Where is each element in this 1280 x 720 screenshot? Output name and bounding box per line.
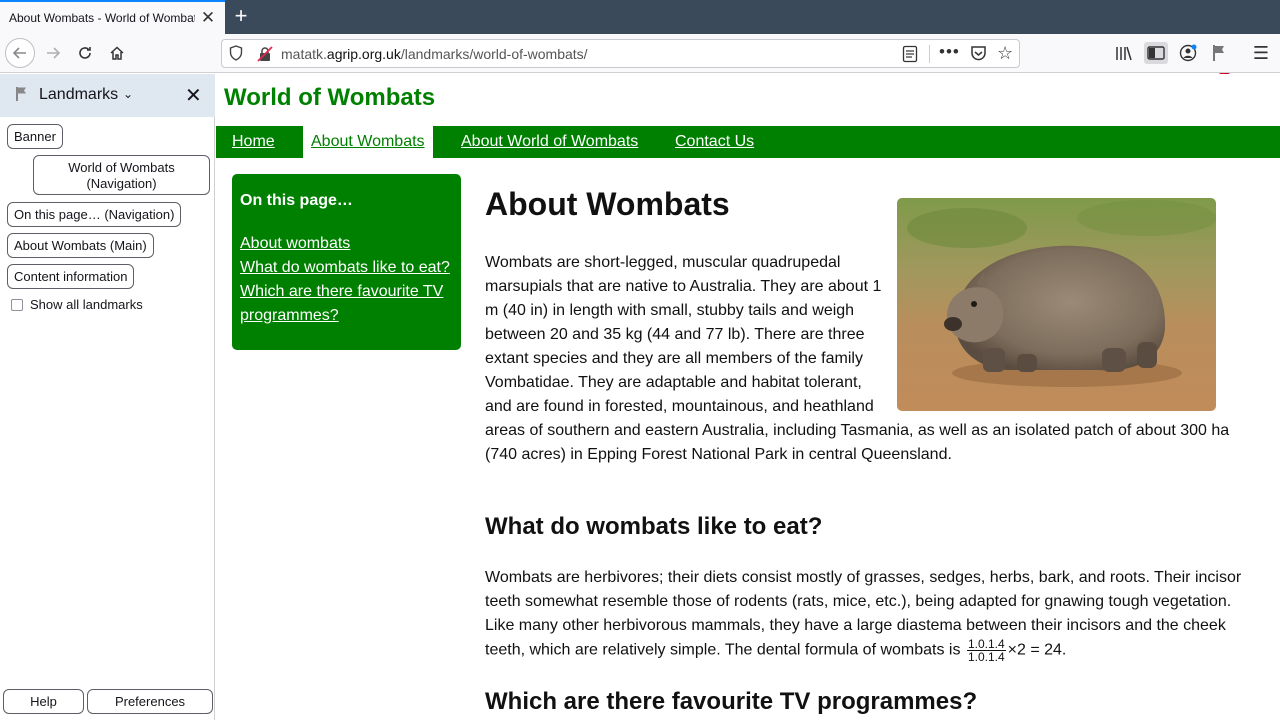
url-path: /landmarks/world-of-wombats/ <box>400 46 588 62</box>
home-button[interactable] <box>102 38 132 68</box>
url-bar[interactable]: matatk.agrip.org.uk/landmarks/world-of-w… <box>221 39 1020 68</box>
hamburger-menu-icon[interactable]: ☰ <box>1250 42 1272 64</box>
new-tab-icon[interactable]: + <box>230 3 252 29</box>
landmark-banner-button[interactable]: Banner <box>7 124 63 149</box>
on-this-page-navigation: On this page… About wombats What do womb… <box>232 174 461 350</box>
home-icon <box>110 46 124 60</box>
account-icon[interactable] <box>1177 42 1199 64</box>
photo-float-spacer <box>885 251 1260 419</box>
toc-link-tv-programmes[interactable]: Which are there favourite TV programmes? <box>240 280 455 328</box>
site-title: World of Wombats <box>224 84 436 111</box>
url-bar-divider <box>929 45 930 63</box>
nav-link-about-wombats[interactable]: About Wombats <box>311 133 425 151</box>
preferences-button[interactable]: Preferences <box>87 689 213 714</box>
sidebar-toggle-icon[interactable] <box>1144 42 1168 64</box>
landmark-site-navigation-button[interactable]: World of Wombats (Navigation) <box>33 155 210 195</box>
food-paragraph: Wombats are herbivores; their diets cons… <box>485 566 1245 663</box>
url-subdomain: matatk. <box>281 46 327 62</box>
toc-link-what-do-wombats-eat[interactable]: What do wombats like to eat? <box>240 256 455 280</box>
page-actions-more-icon[interactable]: ••• <box>939 42 960 62</box>
landmarks-sidebar: Landmarks ⌄ ✕ Banner World of Wombats (N… <box>0 74 215 720</box>
landmarks-extension-flag-icon[interactable] <box>1209 42 1231 64</box>
help-button[interactable]: Help <box>3 689 84 714</box>
back-button[interactable] <box>5 38 35 68</box>
reload-icon <box>79 47 91 59</box>
tab-strip: About Wombats - World of Wombats ✕ + <box>0 0 1280 34</box>
tab-about-wombats[interactable]: About Wombats - World of Wombats ✕ <box>0 0 225 34</box>
url-domain: agrip.org.uk <box>326 46 401 62</box>
landmark-content-information-button[interactable]: Content information <box>7 264 135 289</box>
chevron-down-icon[interactable]: ⌄ <box>123 87 133 101</box>
section-heading-tv: Which are there favourite TV programmes? <box>485 688 978 715</box>
tab-title: About Wombats - World of Wombats <box>9 11 195 25</box>
library-icon[interactable] <box>1113 42 1135 64</box>
page-heading: About Wombats <box>485 186 730 222</box>
on-this-page-heading: On this page… <box>240 192 353 209</box>
dental-formula-fraction: 1.0.1.4 1.0.1.4 <box>966 638 1006 664</box>
food-text: Wombats are herbivores; their diets cons… <box>485 569 1242 659</box>
bookmark-star-icon[interactable]: ☆ <box>997 43 1013 64</box>
arrow-left-icon <box>12 47 26 59</box>
reload-button[interactable] <box>70 38 100 68</box>
on-this-page-links: About wombats What do wombats like to ea… <box>240 232 455 328</box>
landmark-on-this-page-navigation-button[interactable]: On this page… (Navigation) <box>7 202 182 227</box>
sidebar-title[interactable]: Landmarks <box>39 86 118 104</box>
site-navigation: Home About Wombats About World of Wombat… <box>216 126 1280 158</box>
reader-view-icon[interactable] <box>902 45 918 63</box>
close-tab-icon[interactable]: ✕ <box>199 8 217 28</box>
close-sidebar-icon[interactable]: ✕ <box>185 83 202 108</box>
nav-link-home[interactable]: Home <box>232 133 275 151</box>
nav-link-contact-us[interactable]: Contact Us <box>675 133 754 151</box>
formula-tail: ×2 = 24. <box>1007 641 1067 659</box>
show-all-landmarks-toggle[interactable]: Show all landmarks <box>11 297 143 312</box>
insecure-lock-icon[interactable] <box>257 46 273 62</box>
toc-link-about-wombats[interactable]: About wombats <box>240 232 455 256</box>
formula-denominator: 1.0.1.4 <box>967 650 1005 664</box>
web-page: World of Wombats Home About Wombats Abou… <box>216 74 1280 720</box>
intro-paragraph: Wombats are short-legged, muscular quadr… <box>485 251 1260 467</box>
sidebar-header: Landmarks ⌄ ✕ <box>0 74 215 117</box>
nav-link-about-world-of-wombats[interactable]: About World of Wombats <box>461 133 638 151</box>
show-all-landmarks-checkbox[interactable] <box>11 298 23 311</box>
section-heading-food: What do wombats like to eat? <box>485 513 823 540</box>
arrow-right-icon <box>47 47 61 59</box>
landmark-main-button[interactable]: About Wombats (Main) <box>7 233 154 258</box>
show-all-landmarks-label: Show all landmarks <box>30 297 143 312</box>
landmarks-flag-icon <box>16 87 26 101</box>
pocket-icon[interactable] <box>970 45 987 62</box>
navigation-toolbar: matatk.agrip.org.uk/landmarks/world-of-w… <box>0 34 1280 84</box>
tracking-protection-shield-icon[interactable] <box>229 45 243 61</box>
forward-button[interactable] <box>38 38 68 68</box>
url-text[interactable]: matatk.agrip.org.uk/landmarks/world-of-w… <box>281 46 588 62</box>
